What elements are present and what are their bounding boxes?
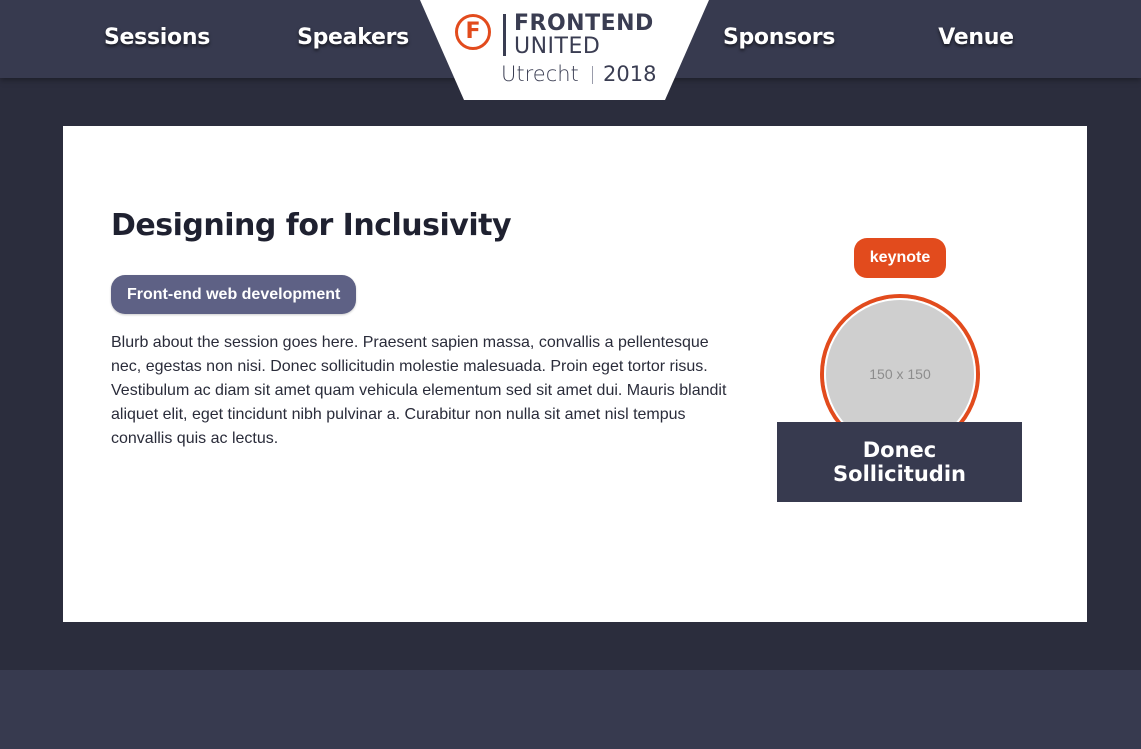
session-blurb: Blurb about the session goes here. Praes… [111,334,727,447]
track-tag[interactable]: Front-end web development [111,275,357,314]
logo-year: 2018 [603,62,657,86]
speaker-name-line1: Donec [862,438,937,462]
logo-mark-icon: F [455,14,491,50]
nav-link-sponsors[interactable]: Sponsors [714,22,844,54]
session-title: Designing for Inclusivity [111,208,512,243]
logo-text-frontend: FRONTEND [514,11,654,36]
speaker-name[interactable]: Donec Sollicitudin [777,422,1022,502]
logo-text-united: UNITED [514,34,601,59]
logo-divider [503,14,506,56]
nav-link-sessions[interactable]: Sessions [92,22,222,54]
speaker-name-line2: Sollicitudin [833,462,966,486]
logo-city: Utrecht [501,62,579,86]
footer [0,670,1141,749]
site-logo[interactable]: F FRONTEND UNITED Utrecht 2018 [420,0,709,100]
nav-link-speakers[interactable]: Speakers [288,22,418,54]
session-card: Designing for Inclusivity Front-end web … [63,126,1087,622]
speaker-card[interactable]: keynote 150 x 150 Donec Sollicitudin [777,238,1022,502]
logo-separator [592,66,593,84]
keynote-badge: keynote [854,238,946,278]
nav-link-venue[interactable]: Venue [911,22,1041,54]
